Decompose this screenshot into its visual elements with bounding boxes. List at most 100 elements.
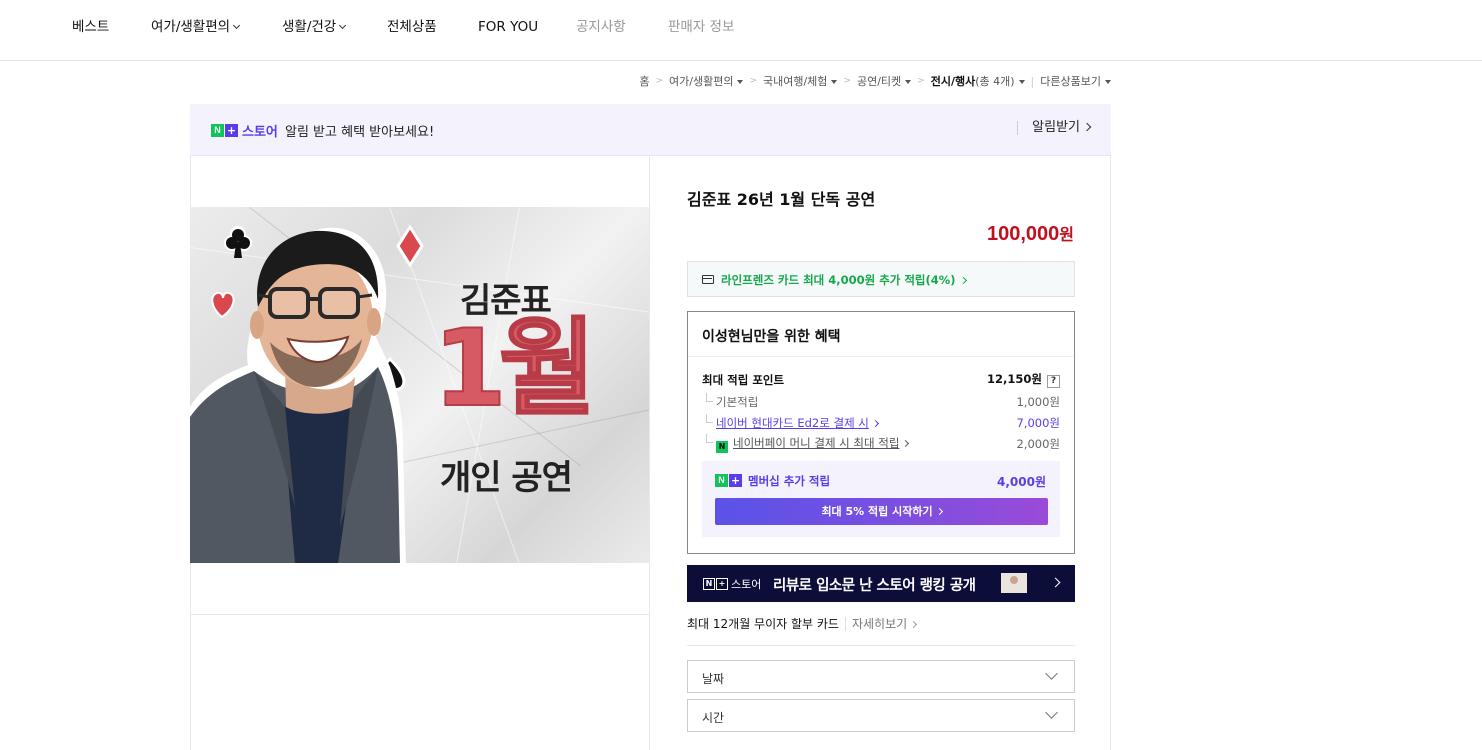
breadcrumb-count: (총 4개) xyxy=(975,75,1015,88)
breadcrumb: 홈 > 여가/생활편의 > 국내여행/체험 > 공연/티켓 > 전시/행사(총 … xyxy=(639,72,1111,90)
n-logo-icon: N xyxy=(703,578,715,590)
divider xyxy=(687,645,1075,646)
nav-label: 판매자 정보 xyxy=(668,19,735,35)
nplus-store-logo: N + 스토어 xyxy=(211,123,278,140)
npay-icon: N xyxy=(716,441,728,453)
chevron-down-icon xyxy=(233,21,241,30)
nplus-logo: N + xyxy=(715,473,742,487)
nav-label: 여가/생활편의 xyxy=(151,19,231,35)
notify-subscribe-button[interactable]: 알림받기 xyxy=(1017,121,1092,135)
points-row-label-wrap: 네이버 현대카드 Ed2로 결제 시 xyxy=(702,414,879,431)
points-row-value: 2,000원 xyxy=(1016,437,1060,451)
chevron-right-icon xyxy=(935,507,943,516)
notify-message: 알림 받고 혜택 받아보세요! xyxy=(285,125,435,140)
nav-label: 생활/건강 xyxy=(282,19,337,35)
banner-text: 리뷰로 입소문 난 스토어 랭킹 공개 xyxy=(773,578,976,594)
date-select[interactable]: 날짜 xyxy=(687,660,1075,693)
installment-details-link[interactable]: 자세히보기 xyxy=(844,617,918,631)
nav-item-notice[interactable]: 공지사항 xyxy=(576,0,626,54)
top-nav: 베스트 여가/생활편의 생활/건강 전체상품 FOR YOU 공지사항 판매자 … xyxy=(0,0,1482,61)
chevron-right-icon xyxy=(910,620,918,629)
nav-item-leisure[interactable]: 여가/생활편의 xyxy=(151,0,241,54)
help-icon[interactable]: ? xyxy=(1047,375,1060,388)
chevron-right-icon xyxy=(959,276,967,285)
nav-item-all-products[interactable]: 전체상품 xyxy=(387,0,437,54)
points-row-hyundai-card[interactable]: 네이버 현대카드 Ed2로 결제 시 7,000원 xyxy=(702,414,1060,431)
chevron-down-icon xyxy=(1045,667,1058,680)
breadcrumb-current[interactable]: 전시/행사(총 4개) xyxy=(931,73,1025,89)
heart-icon xyxy=(211,291,235,319)
membership-label: 멤버십 추가 적립 xyxy=(748,474,831,488)
product-title: 김준표 26년 1월 단독 공연 xyxy=(687,190,876,209)
nav-item-seller-info[interactable]: 판매자 정보 xyxy=(668,0,734,54)
nav-item-best[interactable]: 베스트 xyxy=(72,0,109,54)
divider xyxy=(1110,156,1111,750)
brand-text: 스토어 xyxy=(242,124,278,140)
breadcrumb-label: 여가/생활편의 xyxy=(669,75,734,88)
max-points-row: 최대 적립 포인트 12,150원? xyxy=(702,371,1060,388)
breadcrumb-level2[interactable]: 국내여행/체험 xyxy=(763,73,838,89)
caret-down-icon xyxy=(1018,80,1025,84)
benefit-box: 이성현님만을 위한 혜택 최대 적립 포인트 12,150원? 기본적립 1,0… xyxy=(687,311,1075,554)
chevron-right-icon xyxy=(1050,577,1061,588)
membership-start-button[interactable]: 최대 5% 적립 시작하기 xyxy=(715,498,1048,525)
product-main-image[interactable]: 김준표 1월 개인 공연 xyxy=(190,207,649,563)
price-value: 100,000 xyxy=(986,223,1060,245)
breadcrumb-separator: > xyxy=(843,76,851,86)
caret-down-icon xyxy=(831,80,838,84)
card-promo-text: 라인프렌즈 카드 최대 4,000원 추가 적립(4%) xyxy=(721,272,967,288)
store-ranking-banner[interactable]: N + 스토어 리뷰로 입소문 난 스토어 랭킹 공개 xyxy=(687,565,1075,602)
membership-box: N + 멤버십 추가 적립 4,000원 최대 5% 적립 시작하기 xyxy=(702,461,1060,537)
n-logo-icon: N xyxy=(715,473,728,487)
breadcrumb-separator: > xyxy=(655,76,664,86)
cta-label: 최대 5% 적립 시작하기 xyxy=(821,505,933,518)
breadcrumb-separator: > xyxy=(917,76,925,86)
nav-label: FOR YOU xyxy=(478,19,539,35)
max-points-label: 최대 적립 포인트 xyxy=(702,372,785,387)
time-select[interactable]: 시간 xyxy=(687,699,1075,732)
product-price: 100,000원 xyxy=(987,221,1074,246)
brand-text: 스토어 xyxy=(731,578,762,591)
time-select-label: 시간 xyxy=(702,711,725,725)
benefit-heading: 이성현님만을 위한 혜택 xyxy=(702,329,841,345)
breadcrumb-level3[interactable]: 공연/티켓 xyxy=(856,73,912,89)
installment-info: 최대 12개월 무이자 할부 카드 자세히보기 xyxy=(687,615,918,632)
nav-item-health[interactable]: 생활/건강 xyxy=(282,0,347,54)
nplus-store-logo: N + 스토어 xyxy=(703,576,761,592)
chevron-right-icon xyxy=(902,439,910,448)
other-products-link[interactable]: 다른상품보기 xyxy=(1040,73,1111,89)
points-row-value: 1,000원 xyxy=(1016,395,1060,409)
installment-text: 최대 12개월 무이자 할부 카드 xyxy=(687,617,839,631)
banner-thumbnail xyxy=(1001,573,1027,593)
date-select-label: 날짜 xyxy=(702,672,725,686)
breadcrumb-home[interactable]: 홈 xyxy=(639,73,649,89)
plus-logo-icon: + xyxy=(225,123,238,137)
points-row-link[interactable]: 네이버 현대카드 Ed2로 결제 시 xyxy=(716,416,869,430)
nav-label: 베스트 xyxy=(72,19,110,35)
caret-down-icon xyxy=(737,80,744,84)
divider xyxy=(688,356,1074,357)
chevron-down-icon xyxy=(339,21,347,30)
nav-label: 공지사항 xyxy=(576,19,626,35)
points-row-label-wrap: N 네이버페이 머니 결제 시 최대 적립 xyxy=(702,434,910,453)
details-label: 자세히보기 xyxy=(851,617,908,631)
membership-value: 4,000원 xyxy=(997,475,1046,489)
divider xyxy=(191,614,650,615)
chevron-right-icon xyxy=(1082,122,1092,132)
price-currency: 원 xyxy=(1059,227,1074,244)
points-row-label: 기본적립 xyxy=(702,393,758,410)
points-row-link[interactable]: 네이버페이 머니 결제 시 최대 적립 xyxy=(733,436,899,450)
nav-item-for-you[interactable]: FOR YOU xyxy=(478,0,538,54)
breadcrumb-label: 공연/티켓 xyxy=(856,75,902,88)
card-promo-banner[interactable]: 라인프렌즈 카드 최대 4,000원 추가 적립(4%) xyxy=(687,261,1075,297)
breadcrumb-label: 국내여행/체험 xyxy=(763,75,828,88)
caret-down-icon xyxy=(905,80,912,84)
n-logo-icon: N xyxy=(211,123,224,137)
caret-down-icon xyxy=(1105,80,1111,84)
points-row-npay[interactable]: N 네이버페이 머니 결제 시 최대 적립 2,000원 xyxy=(702,434,1060,453)
breadcrumb-level1[interactable]: 여가/생활편의 xyxy=(669,73,744,89)
club-icon xyxy=(224,226,252,258)
notify-bar: N + 스토어 알림 받고 혜택 받아보세요! 알림받기 xyxy=(190,104,1111,156)
card-promo-label: 라인프렌즈 카드 최대 4,000원 추가 적립(4%) xyxy=(721,273,956,287)
chevron-right-icon xyxy=(871,419,879,428)
